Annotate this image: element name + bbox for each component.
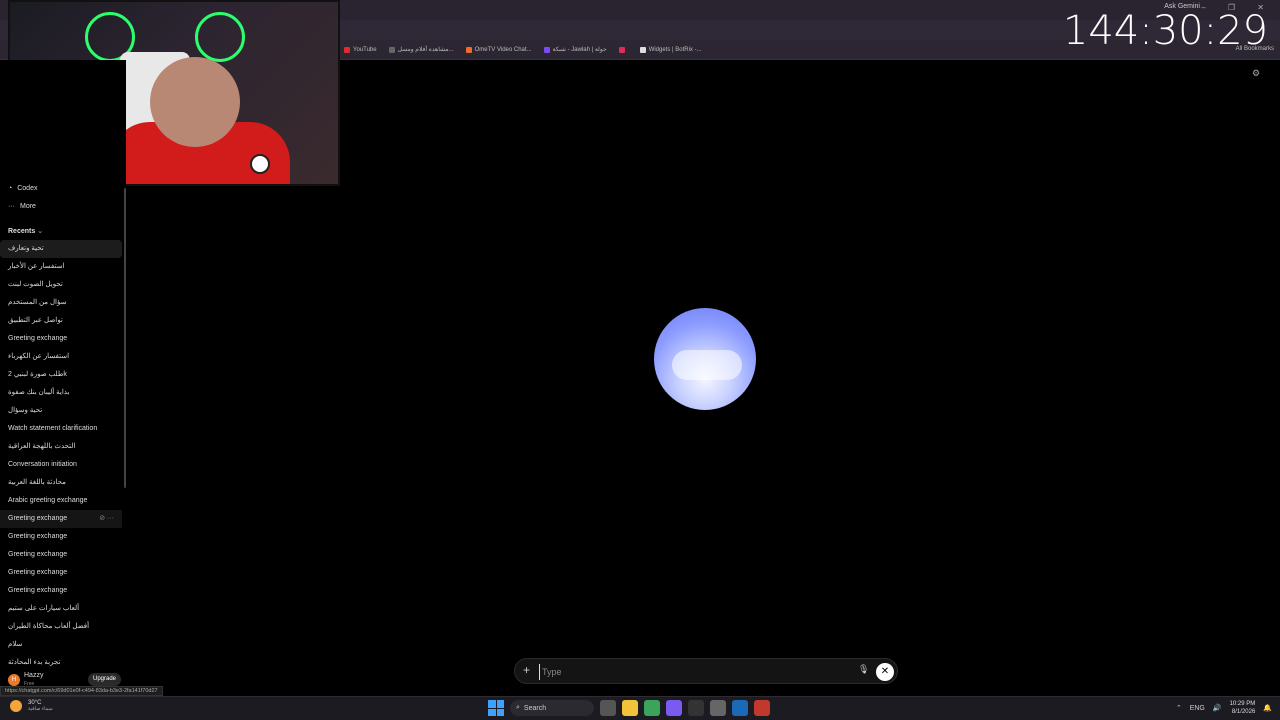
system-tray: ⌃ ENG 🔊 10:29 PM 8/1/2026 🔔 — [1176, 700, 1272, 716]
app-icon[interactable] — [710, 700, 726, 716]
bookmark-icon — [344, 46, 350, 53]
sidebar-scrollbar[interactable] — [124, 188, 126, 488]
stream-timer: 144:30:29 — [1062, 8, 1268, 54]
recent-chat-item[interactable]: Arabic greeting exchange — [0, 492, 122, 510]
screen: Ask Gemini – ❐ ✕ YouTube مشاهدة أفلام ومس… — [0, 0, 1280, 720]
start-button[interactable] — [488, 700, 504, 716]
user-name: Hazzy — [24, 672, 44, 679]
xbox-icon[interactable] — [688, 700, 704, 716]
sidebar-item-label: Codex — [17, 185, 38, 192]
tray-lang[interactable]: ENG — [1190, 705, 1205, 712]
recents-heading[interactable]: Recents ⌄ — [8, 227, 43, 235]
recent-chat-item[interactable]: Greeting exchange ⊘ ··· — [0, 510, 122, 528]
recent-chat-item[interactable]: Greeting exchange — [0, 330, 122, 348]
recent-chat-item[interactable]: بداية أليبان بنك صفوة — [0, 384, 122, 402]
settings-sliders-icon[interactable]: ⚙ — [1252, 68, 1260, 79]
chevron-up-icon[interactable]: ⌃ — [1176, 704, 1182, 712]
recent-chat-item[interactable]: تحية وسؤال — [0, 402, 122, 420]
media-app-icon[interactable] — [754, 700, 770, 716]
weather-desc: سماء صافية — [28, 706, 53, 712]
bookmark-item[interactable] — [618, 46, 628, 53]
recent-chat-item[interactable]: التحدث باللهجة العراقية — [0, 438, 122, 456]
message-input[interactable] — [539, 664, 839, 680]
recent-chat-item[interactable]: Greeting exchange — [0, 528, 122, 546]
chat-options-icon[interactable]: ⊘ ··· — [99, 510, 114, 528]
recents-list: تحية وتعارف استفسار عن الأخبار تحويل الصوت… — [0, 240, 122, 672]
neon-light-right — [195, 12, 245, 62]
sidebar-item-codex[interactable]: ◔ Codex — [8, 185, 37, 192]
file-explorer-icon[interactable] — [622, 700, 638, 716]
football-logo — [250, 154, 270, 174]
taskbar-apps: ⌕ Search — [488, 700, 770, 716]
recent-chat-item[interactable]: محادثة باللغة العربية — [0, 474, 122, 492]
recent-chat-item[interactable]: Greeting exchange — [0, 564, 122, 582]
recent-chat-item[interactable]: تواصل عبر التطبيق — [0, 312, 122, 330]
composer: + 🎙 ✕ — [514, 658, 898, 684]
recent-chat-item[interactable]: تحويل الصوت لبنت — [0, 276, 122, 294]
steam-icon[interactable] — [732, 700, 748, 716]
recent-chat-item[interactable]: Greeting exchange — [0, 546, 122, 564]
bookmark-icon — [388, 46, 395, 53]
more-icon: ··· — [8, 203, 15, 210]
taskbar-search[interactable]: ⌕ Search — [510, 700, 594, 716]
recent-chat-item[interactable]: ألعاب سيارات على ستيم — [0, 600, 122, 618]
codex-icon: ◔ — [8, 185, 13, 192]
notification-icon[interactable]: 🔔 — [1263, 704, 1272, 712]
bookmark-icon — [465, 46, 472, 53]
chrome-icon[interactable] — [644, 700, 660, 716]
voice-orb — [654, 308, 756, 410]
streamer-face — [150, 57, 240, 147]
clock[interactable]: 10:29 PM 8/1/2026 — [1230, 700, 1256, 716]
bookmark-item[interactable]: OmeTV Video Chat... — [465, 46, 532, 53]
weather-icon — [10, 700, 22, 712]
end-voice-button[interactable]: ✕ — [876, 663, 894, 681]
search-icon: ⌕ — [516, 704, 520, 711]
recent-chat-item[interactable]: طلب صورة لبنبي 2k — [0, 366, 122, 384]
bookmark-item[interactable]: YouTube — [344, 46, 377, 53]
add-attachment-button[interactable]: + — [523, 663, 530, 677]
bookmark-item[interactable]: شبكة - Jawlah | جولة — [543, 46, 607, 53]
bookmark-item[interactable]: مشاهدة أفلام ومسل... — [388, 46, 454, 53]
bookmark-icon — [639, 46, 646, 53]
bookmark-icon — [543, 46, 550, 53]
recent-chat-item[interactable]: أفضل ألعاب محاكاة الطيران — [0, 618, 122, 636]
recent-chat-item[interactable]: استفسار عن الأخبار — [0, 258, 122, 276]
recent-chat-item[interactable]: تحية وتعارف — [0, 240, 122, 258]
link-status-url: https://chatgpt.com/c/69d01e0f-c494-83da… — [0, 686, 163, 696]
bookmark-icon — [618, 46, 625, 53]
windows-taskbar: 30°C سماء صافية ⌕ Search ⌃ ENG 🔊 10:29 P… — [0, 696, 1280, 720]
volume-icon[interactable]: 🔊 — [1213, 704, 1222, 712]
bookmark-item[interactable]: Widgets | BotRix -... — [639, 46, 702, 53]
microphone-button[interactable]: 🎙 — [858, 664, 869, 675]
upgrade-button[interactable]: Upgrade — [88, 673, 122, 686]
avatar: H — [8, 674, 20, 686]
orb-cloud-texture — [672, 350, 742, 380]
sidebar-item-more[interactable]: ··· More — [8, 203, 36, 210]
recent-chat-item[interactable]: سؤال من المستخدم — [0, 294, 122, 312]
recent-chat-item[interactable]: Greeting exchange — [0, 582, 122, 600]
recent-chat-item[interactable]: Watch statement clarification — [0, 420, 122, 438]
recent-chat-item[interactable]: سلام — [0, 636, 122, 654]
recent-chat-item[interactable]: استفسار عن الكهرباء — [0, 348, 122, 366]
chevron-down-icon: ⌄ — [37, 228, 44, 235]
weather-widget[interactable]: 30°C سماء صافية — [10, 700, 53, 712]
recent-chat-item[interactable]: Conversation initiation — [0, 456, 122, 474]
discord-icon[interactable] — [666, 700, 682, 716]
task-view-icon[interactable] — [600, 700, 616, 716]
sidebar-item-label: More — [20, 203, 36, 210]
